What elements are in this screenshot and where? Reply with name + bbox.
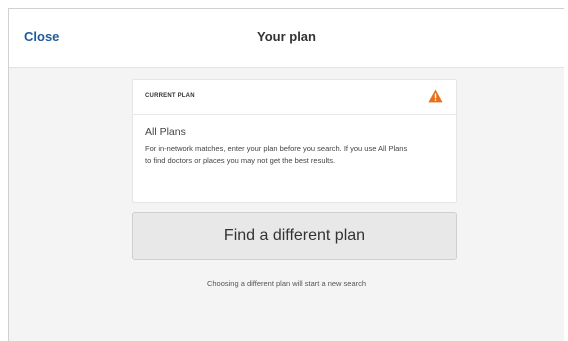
modal-header: Close Your plan (9, 9, 564, 68)
card-divider (133, 114, 456, 115)
new-search-note: Choosing a different plan will start a n… (206, 279, 367, 288)
plan-name: All Plans (145, 126, 186, 138)
find-different-plan-button[interactable]: Find a different plan (132, 212, 457, 260)
warning-triangle-icon (428, 89, 443, 103)
page-title: Your plan (257, 29, 316, 44)
plan-description: For in-network matches, enter your plan … (145, 144, 408, 165)
current-plan-card: CURRENT PLAN All Plans For in-network ma… (132, 79, 457, 203)
current-plan-label: CURRENT PLAN (145, 93, 195, 99)
plan-modal: Close Your plan CURRENT PLAN All Plans F… (8, 8, 564, 341)
